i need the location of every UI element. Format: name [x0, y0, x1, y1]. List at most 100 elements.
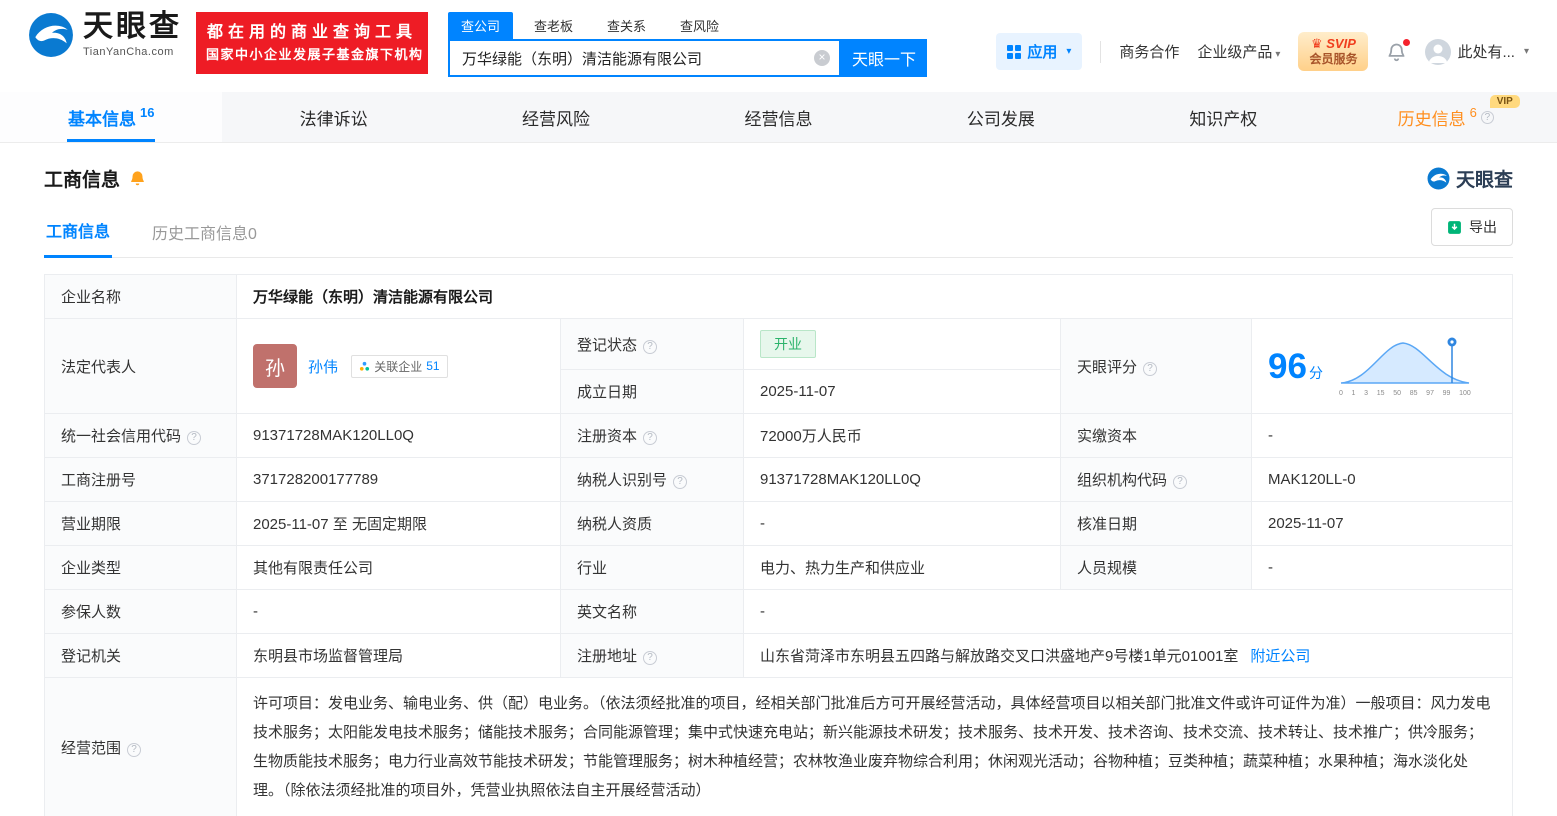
credit-code-value: 91371728MAK120LL0Q — [236, 413, 561, 458]
search-tabs: 查公司 查老板 查关系 查风险 — [448, 12, 927, 39]
taxpayer-quality-label: 纳税人资质 — [560, 501, 744, 546]
company-type-label: 企业类型 — [44, 545, 237, 590]
apps-menu-button[interactable]: 应用 ▾ — [996, 33, 1083, 71]
nearby-companies-link[interactable]: 附近公司 — [1250, 648, 1310, 665]
header-right: 应用 ▾ 商务合作 企业级产品 ▾ ♛ SVIP 会员服务 此处有... ▾ — [996, 12, 1529, 72]
search-tab-risk[interactable]: 查风险 — [667, 12, 732, 39]
english-name-value: - — [743, 589, 1513, 634]
reg-number-label: 工商注册号 — [44, 457, 237, 502]
search-input[interactable] — [450, 49, 839, 67]
help-icon[interactable]: ? — [673, 475, 688, 489]
paid-capital-label: 实缴资本 — [1060, 413, 1252, 458]
org-code-value: MAK120LL-0 — [1251, 457, 1513, 502]
top-header: 天眼查 TianYanCha.com 都在用的商业查询工具 国家中小企业发展子基… — [0, 0, 1557, 92]
help-icon[interactable]: ? — [643, 339, 658, 354]
org-code-label: 组织机构代码? — [1060, 457, 1252, 502]
taxpayer-quality-value: - — [743, 501, 1061, 546]
table-row: 统一社会信用代码? 91371728MAK120LL0Q 注册资本? 72000… — [44, 413, 1513, 458]
taxpayer-id-label: 纳税人识别号? — [560, 457, 744, 502]
search-box: × — [448, 39, 841, 77]
paid-capital-value: - — [1251, 413, 1513, 458]
chevron-down-icon: ▾ — [1275, 49, 1281, 61]
business-scope-value: 许可项目：发电业务、输电业务、供（配）电业务。（依法须经批准的项目，经相关部门批… — [236, 677, 1513, 816]
related-companies-icon — [360, 361, 370, 371]
tab-operation-info[interactable]: 经营信息 — [667, 92, 889, 142]
tab-legal-litigation[interactable]: 法律诉讼 — [222, 92, 444, 142]
approval-date-label: 核准日期 — [1060, 501, 1252, 546]
chevron-down-icon: ▾ — [1523, 46, 1529, 58]
subtab-business-info[interactable]: 工商信息 — [44, 208, 113, 258]
score-value: 96 分 — [1268, 346, 1323, 386]
score-label: 天眼评分? — [1060, 318, 1252, 414]
promo-line1: 都在用的商业查询工具 — [206, 24, 417, 41]
tianyancha-watermark: 天眼查 — [1427, 165, 1513, 192]
notifications-bell-button[interactable] — [1386, 39, 1411, 62]
reg-capital-label: 注册资本? — [560, 413, 744, 458]
section-title: 工商信息 — [44, 170, 121, 191]
divider — [1100, 40, 1102, 63]
reg-authority-label: 登记机关 — [44, 633, 237, 678]
crown-icon: ♛ — [1310, 36, 1323, 51]
help-icon[interactable]: ? — [643, 431, 658, 445]
help-icon[interactable]: ? — [1480, 110, 1494, 124]
vip-badge: VIP — [1489, 95, 1520, 108]
legal-rep-avatar[interactable]: 孙 — [253, 344, 297, 388]
subtab-history-business-info[interactable]: 历史工商信息0 — [150, 210, 259, 257]
chevron-down-icon: ▾ — [1066, 46, 1072, 58]
search-tab-boss[interactable]: 查老板 — [521, 12, 586, 39]
main-content: 工商信息 天眼查 工商信息 历史工商信息0 导出 企业名称 万华绿能（东明）清洁… — [0, 165, 1557, 816]
help-icon[interactable]: ? — [187, 431, 202, 445]
score-cell: 96 分 0 1 3 15 50 85 97 99 100 — [1251, 318, 1513, 414]
tab-company-development[interactable]: 公司发展 — [890, 92, 1112, 142]
help-icon[interactable]: ? — [643, 651, 658, 665]
business-cooperation-link[interactable]: 商务合作 — [1119, 41, 1179, 62]
business-term-value: 2025-11-07 至 无固定期限 — [236, 501, 561, 546]
help-icon[interactable]: ? — [1143, 361, 1158, 376]
reg-number-value: 371728200177789 — [236, 457, 561, 502]
legal-rep-label: 法定代表人 — [44, 318, 237, 414]
tianyancha-eye-icon — [1427, 167, 1450, 190]
help-icon[interactable]: ? — [1173, 475, 1188, 489]
tianyancha-logo[interactable]: 天眼查 TianYanCha.com — [28, 12, 182, 58]
score-distribution-chart: 0 1 3 15 50 85 97 99 100 — [1339, 335, 1471, 397]
apps-grid-icon — [1007, 44, 1022, 59]
tab-history-info[interactable]: VIP 历史信息 6 ? — [1335, 92, 1557, 142]
reg-capital-value: 72000万人民币 — [743, 413, 1061, 458]
table-row: 企业类型 其他有限责任公司 行业 电力、热力生产和供应业 人员规模 - — [44, 545, 1513, 590]
user-account-menu[interactable]: 此处有... ▾ — [1425, 38, 1529, 65]
staff-size-label: 人员规模 — [1060, 545, 1252, 590]
table-row: 工商注册号 371728200177789 纳税人识别号? 91371728MA… — [44, 457, 1513, 502]
brand-name: 天眼查 — [83, 10, 182, 43]
reg-authority-value: 东明县市场监督管理局 — [236, 633, 561, 678]
company-type-value: 其他有限责任公司 — [236, 545, 561, 590]
legal-rep-link[interactable]: 孙伟 — [308, 359, 338, 376]
reg-address-label: 注册地址? — [560, 633, 744, 678]
related-companies-tag[interactable]: 关联企业 51 — [351, 354, 448, 378]
status-badge: 开业 — [760, 330, 816, 358]
clear-search-icon[interactable]: × — [814, 50, 830, 66]
tab-operation-risk[interactable]: 经营风险 — [445, 92, 667, 142]
apps-label: 应用 — [1027, 44, 1058, 62]
score-axis: 0 1 3 15 50 85 97 99 100 — [1338, 390, 1471, 397]
establish-date-value: 2025-11-07 — [743, 369, 1061, 414]
reg-status-value: 开业 — [743, 318, 1061, 370]
tab-intellectual-property[interactable]: 知识产权 — [1112, 92, 1334, 142]
promo-banner: 都在用的商业查询工具 国家中小企业发展子基金旗下机构 — [196, 12, 428, 74]
search-tab-company[interactable]: 查公司 — [448, 12, 514, 39]
enterprise-products-menu[interactable]: 企业级产品 ▾ — [1197, 41, 1280, 62]
avatar — [1425, 38, 1452, 65]
export-icon — [1448, 220, 1461, 234]
search-button[interactable]: 天眼一下 — [841, 39, 927, 77]
business-scope-label: 经营范围? — [44, 677, 237, 816]
business-info-table: 企业名称 万华绿能（东明）清洁能源有限公司 法定代表人 孙 孙伟 关联企业 51 — [44, 274, 1513, 816]
export-button[interactable]: 导出 — [1431, 208, 1513, 246]
company-nav-tabs: 基本信息 16 法律诉讼 经营风险 经营信息 公司发展 知识产权 VIP 历史信息… — [0, 92, 1557, 143]
svip-membership-button[interactable]: ♛ SVIP 会员服务 — [1298, 32, 1369, 72]
table-row: 登记机关 东明县市场监督管理局 注册地址? 山东省菏泽市东明县五四路与解放路交叉… — [44, 633, 1513, 678]
subscribe-bell-icon[interactable] — [129, 170, 146, 187]
help-icon[interactable]: ? — [127, 742, 142, 757]
search-tab-relation[interactable]: 查关系 — [594, 12, 659, 39]
table-row: 经营范围? 许可项目：发电业务、输电业务、供（配）电业务。（依法须经批准的项目，… — [44, 677, 1513, 816]
table-row: 参保人数 - 英文名称 - — [44, 589, 1513, 634]
tab-basic-info[interactable]: 基本信息 16 — [0, 92, 223, 142]
